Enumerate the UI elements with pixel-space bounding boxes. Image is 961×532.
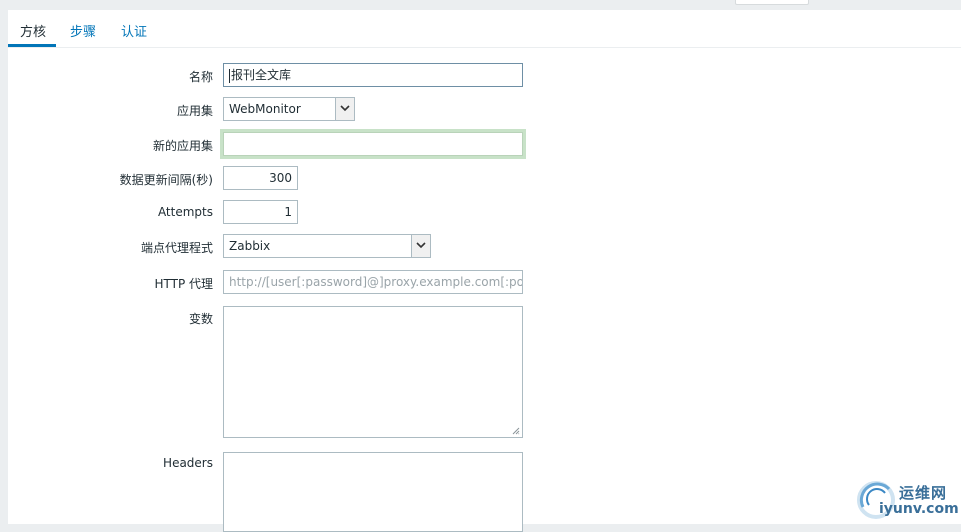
application-select[interactable]: WebMonitor <box>223 97 355 121</box>
agent-select-value: Zabbix <box>229 239 271 253</box>
headers-label: Headers <box>163 456 213 470</box>
form-panel: 方核 步骤 认证 名称 报刊全文库 应用集 WebMonitor 新的应用集 数… <box>8 10 961 532</box>
headers-textarea[interactable] <box>223 452 523 532</box>
http-proxy-label: HTTP 代理 <box>154 277 213 291</box>
top-strip-element <box>735 0 809 5</box>
top-strip <box>0 0 961 10</box>
application-label: 应用集 <box>176 104 213 118</box>
watermark: 运维网 iyunv.com <box>855 475 961 524</box>
watermark-cn: 运维网 <box>899 484 948 502</box>
tab-authentication[interactable]: 认证 <box>121 21 147 40</box>
update-interval-label: 数据更新间隔(秒) <box>119 173 213 187</box>
variables-label: 变数 <box>188 312 213 326</box>
text-cursor <box>229 68 230 83</box>
tab-bar: 方核 步骤 认证 <box>8 10 961 48</box>
resize-grip-icon[interactable] <box>512 427 520 435</box>
name-input-value: 报刊全文库 <box>231 68 292 82</box>
attempts-label: Attempts <box>157 205 213 219</box>
tab-scenario[interactable]: 方核 <box>20 21 46 40</box>
attempts-input[interactable]: 1 <box>223 200 298 224</box>
agent-label: 端点代理程式 <box>140 241 213 255</box>
new-application-input[interactable] <box>223 132 523 156</box>
tab-steps[interactable]: 步骤 <box>70 21 96 40</box>
chevron-down-icon[interactable] <box>335 98 354 120</box>
name-label: 名称 <box>188 70 213 84</box>
application-select-value: WebMonitor <box>229 102 301 116</box>
http-proxy-input[interactable]: http://[user[:password]@]proxy.example.c… <box>223 270 523 294</box>
update-interval-input[interactable]: 300 <box>223 166 298 190</box>
active-tab-indicator <box>8 44 56 47</box>
chevron-down-icon[interactable] <box>411 235 430 257</box>
new-application-label: 新的应用集 <box>152 139 213 153</box>
watermark-en: iyunv.com <box>879 501 959 517</box>
agent-select[interactable]: Zabbix <box>223 234 431 258</box>
variables-textarea[interactable] <box>223 306 523 438</box>
name-input[interactable]: 报刊全文库 <box>223 63 523 87</box>
